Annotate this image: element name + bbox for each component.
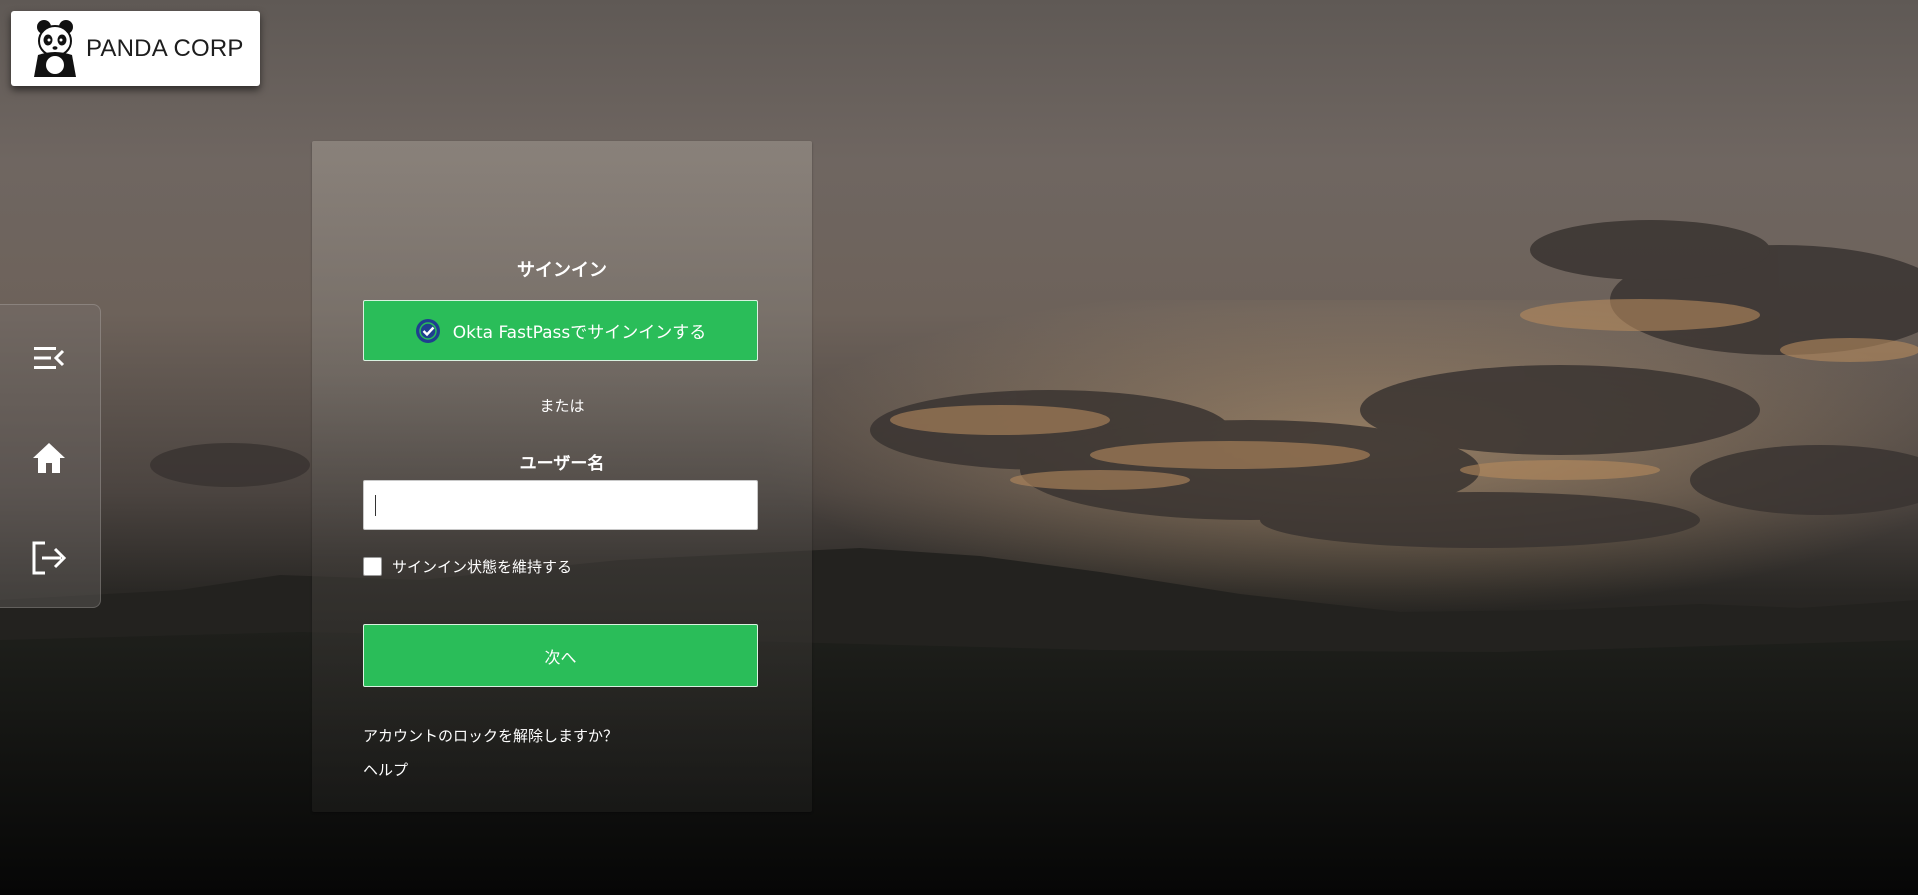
sign-in-title: サインイン xyxy=(517,260,607,281)
text-cursor xyxy=(375,495,376,516)
unlock-account-link[interactable]: アカウントのロックを解除しますか？ xyxy=(363,725,618,746)
brand-logo-card: PANDA CORP xyxy=(11,11,260,86)
side-navigation-rail xyxy=(0,304,101,608)
next-button-label: 次へ xyxy=(544,647,577,667)
landscape-scenery xyxy=(0,220,1918,895)
logout-icon xyxy=(32,541,67,575)
or-divider-text: または xyxy=(539,397,585,415)
panda-icon xyxy=(34,19,76,77)
remember-me-checkbox[interactable] xyxy=(363,557,382,576)
logout-button[interactable] xyxy=(26,535,72,581)
help-link[interactable]: ヘルプ xyxy=(363,759,408,780)
okta-fastpass-button[interactable]: Okta FastPassでサインインする xyxy=(363,300,758,361)
remember-me-label[interactable]: サインイン状態を維持する xyxy=(392,556,572,577)
home-icon xyxy=(33,443,65,473)
sunset-background xyxy=(0,0,1918,895)
remember-me-row[interactable]: サインイン状態を維持する xyxy=(363,556,572,577)
next-button[interactable]: 次へ xyxy=(363,624,758,687)
collapse-menu-icon xyxy=(34,347,65,369)
username-input[interactable] xyxy=(363,480,758,530)
collapse-menu-button[interactable] xyxy=(26,335,72,381)
sign-in-card: サインイン Okta FastPassでサインインする または ユーザー名 サイ… xyxy=(312,141,812,812)
okta-verify-icon xyxy=(415,318,440,343)
home-button[interactable] xyxy=(26,435,72,481)
username-label: ユーザー名 xyxy=(519,454,605,474)
brand-name: PANDA CORP xyxy=(86,34,244,62)
okta-fastpass-label: Okta FastPassでサインインする xyxy=(452,323,707,343)
